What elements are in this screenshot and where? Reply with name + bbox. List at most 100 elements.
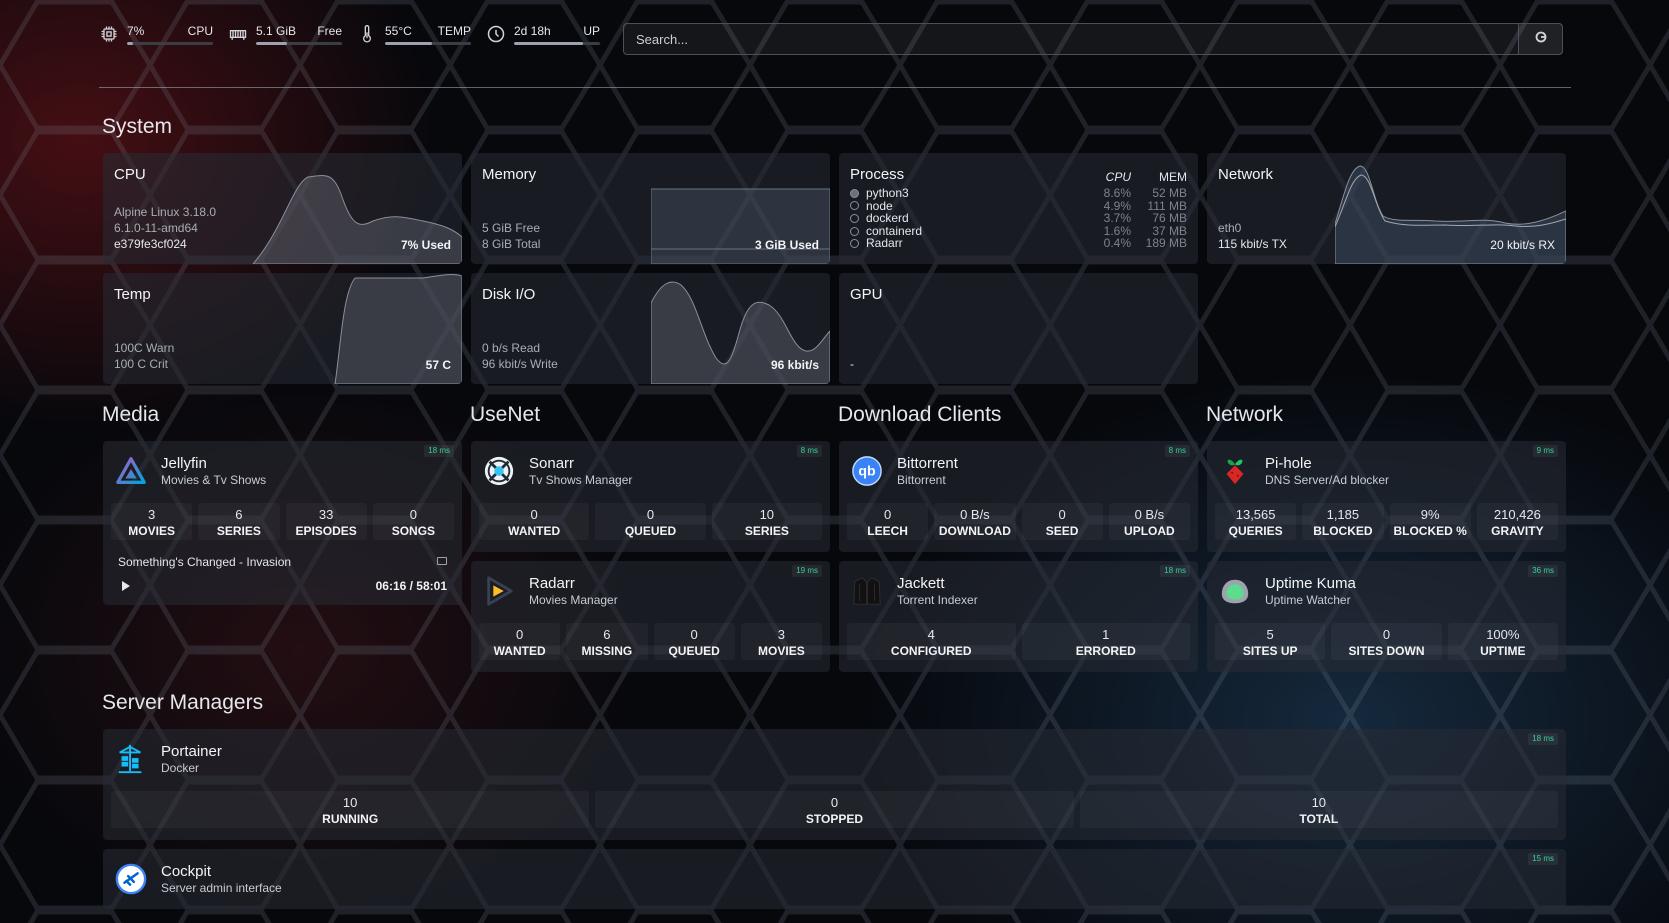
stat-blocked-percent: 9% BLOCKED %: [1389, 503, 1471, 540]
uptime-label: UP: [583, 24, 600, 38]
process-status-dot: [850, 188, 859, 198]
radarr-name: Radarr: [529, 575, 575, 592]
cpu-label: CPU: [187, 24, 213, 38]
service-card-portainer[interactable]: Portainer Docker 18 ms 10 RUNNING 0 STOPPE…: [103, 729, 1566, 840]
play-icon[interactable]: [122, 581, 130, 591]
section-title-usenet: UseNet: [470, 403, 541, 426]
search-provider-button[interactable]: [1518, 24, 1562, 54]
jellyfin-stats: 3 MOVIES 6 SERIES 33 EPISODES 0 SONGS: [111, 503, 454, 540]
cpu-usage-bar: [127, 42, 213, 45]
jackett-name: Jackett: [897, 575, 945, 592]
jellyfin-icon: [114, 454, 148, 488]
process-name: python3: [866, 186, 909, 200]
uptime-bar: [514, 42, 600, 45]
cpu-hostname: e379fe3cf024: [114, 237, 187, 251]
stat-label: QUEUED: [624, 524, 677, 538]
stat-label: DOWNLOAD: [938, 524, 1011, 538]
sonarr-name: Sonarr: [529, 455, 575, 472]
stat-episodes: 33 EPISODES: [285, 503, 367, 540]
process-cpu: 8.6%: [1103, 186, 1131, 200]
sonarr-description: Tv Shows Manager: [529, 473, 633, 487]
process-row: dockerd 3.7% 76 MB: [850, 212, 1187, 225]
cockpit-ping: 15 ms: [1528, 853, 1558, 865]
stat-value: 1,185: [1326, 507, 1360, 522]
stat-label: SITES DOWN: [1348, 644, 1425, 658]
process-name: dockerd: [866, 211, 909, 226]
stat-value: 1: [1102, 627, 1110, 642]
stat-label: MOVIES: [128, 524, 175, 538]
memory-value: 5.1 GiB: [256, 24, 297, 38]
service-card-uptime-kuma[interactable]: Uptime Kuma Uptime Watcher 36 ms 5 SITES …: [1207, 561, 1566, 672]
header-divider: [99, 87, 1571, 88]
bittorrent-stats: 0 LEECH 0 B/s DOWNLOAD 0 SEED 0 B/s UPLOAD: [847, 503, 1190, 540]
uptime-kuma-description: Uptime Watcher: [1265, 593, 1351, 607]
memory-icon: [226, 22, 250, 46]
temp-value: 55°C: [385, 24, 412, 38]
service-card-bittorrent[interactable]: qb Bittorrent Bittorrent 8 ms 0 LEECH 0 B…: [839, 441, 1198, 552]
process-mem: 52 MB: [1152, 186, 1187, 200]
pihole-icon: [1218, 454, 1252, 488]
stat-download: 0 B/s DOWNLOAD: [934, 503, 1016, 540]
service-card-cockpit[interactable]: Cockpit Server admin interface 15 ms: [103, 849, 1566, 909]
stat-value: 0: [830, 795, 839, 810]
service-card-jellyfin[interactable]: Jellyfin Movies & Tv Shows 18 ms 3 MOVIES…: [103, 441, 462, 605]
stat-running: 10 RUNNING: [111, 791, 590, 828]
cpu-used: 7% Used: [400, 238, 451, 252]
bittorrent-name: Bittorrent: [897, 455, 958, 472]
stat-value: 100%: [1486, 627, 1520, 642]
stat-label: SONGS: [391, 524, 436, 538]
cockpit-name: Cockpit: [161, 863, 212, 880]
stat-total: 10 TOTAL: [1079, 791, 1558, 828]
service-card-radarr[interactable]: Radarr Movies Manager 19 ms 0 WANTED 6 MIS…: [471, 561, 830, 672]
portainer-description: Docker: [161, 761, 200, 775]
resource-cpu: 7% CPU: [97, 22, 226, 46]
uptime-kuma-stats: 5 SITES UP 0 SITES DOWN 100% UPTIME: [1215, 623, 1558, 660]
pihole-name: Pi-hole: [1265, 455, 1312, 472]
stat-label: TOTAL: [1299, 812, 1339, 826]
process-col-cpu: CPU: [1105, 170, 1131, 184]
process-header: CPU MEM: [1071, 170, 1187, 184]
stat-seed: 0 SEED: [1021, 503, 1103, 540]
process-title: Process: [850, 166, 905, 183]
network-tx: 115 kbit/s TX: [1218, 237, 1287, 251]
process-row: Radarr 0.4% 189 MB: [850, 237, 1187, 250]
stat-value: 10: [342, 795, 358, 810]
search-box: [623, 23, 1563, 55]
process-cpu: 0.4%: [1103, 236, 1131, 251]
jellyfin-description: Movies & Tv Shows: [161, 473, 267, 487]
service-card-jackett[interactable]: Jackett Torrent Indexer 18 ms 4 CONFIGURE…: [839, 561, 1198, 672]
section-title-media: Media: [102, 403, 160, 426]
stat-value: 0 B/s: [1134, 507, 1165, 522]
disk-read: 0 b/s Read: [482, 341, 541, 355]
stat-value: 210,426: [1493, 507, 1541, 522]
stat-upload: 0 B/s UPLOAD: [1108, 503, 1190, 540]
stat-uptime: 100% UPTIME: [1447, 623, 1558, 660]
stat-value: 0: [690, 627, 698, 642]
gpu-title: GPU: [850, 286, 883, 303]
stat-value: 0: [1382, 627, 1391, 642]
resource-temp: 55°C TEMP: [355, 22, 484, 46]
stat-value: 6: [235, 507, 243, 522]
service-card-sonarr[interactable]: Sonarr Tv Shows Manager 8 ms 0 WANTED 0 QU…: [471, 441, 830, 552]
service-card-pihole[interactable]: Pi-hole DNS Server/Ad blocker 9 ms 13,56…: [1207, 441, 1566, 552]
stat-queued: 0 QUEUED: [595, 503, 706, 540]
memory-used: 3 GiB Used: [754, 238, 819, 252]
radarr-stats: 0 WANTED 6 MISSING 0 QUEUED 3 MOVIES: [479, 623, 822, 660]
search-input[interactable]: [624, 24, 1518, 54]
stat-value: 0: [884, 507, 892, 522]
widget-temp: Temp 100C Warn 100 C Crit 57 C: [103, 273, 462, 384]
cpu-os: Alpine Linux 3.18.0: [114, 205, 217, 219]
radarr-ping: 19 ms: [792, 565, 822, 577]
jackett-stats: 4 CONFIGURED 1 ERRORED: [847, 623, 1190, 660]
cockpit-description: Server admin interface: [161, 881, 282, 895]
process-mem: 189 MB: [1145, 236, 1187, 251]
stat-value: 0: [409, 507, 417, 522]
widget-process: Process CPU MEM python3 8.6% 52 MB node 4.9…: [839, 153, 1198, 264]
network-title: Network: [1218, 166, 1274, 183]
stat-label: QUERIES: [1228, 524, 1283, 538]
section-title-server-managers: Server Managers: [102, 691, 264, 714]
stat-series: 10 SERIES: [711, 503, 822, 540]
uptime-kuma-icon: [1218, 574, 1252, 608]
stat-value: 0 B/s: [960, 507, 990, 522]
stat-value: 0: [646, 507, 655, 522]
